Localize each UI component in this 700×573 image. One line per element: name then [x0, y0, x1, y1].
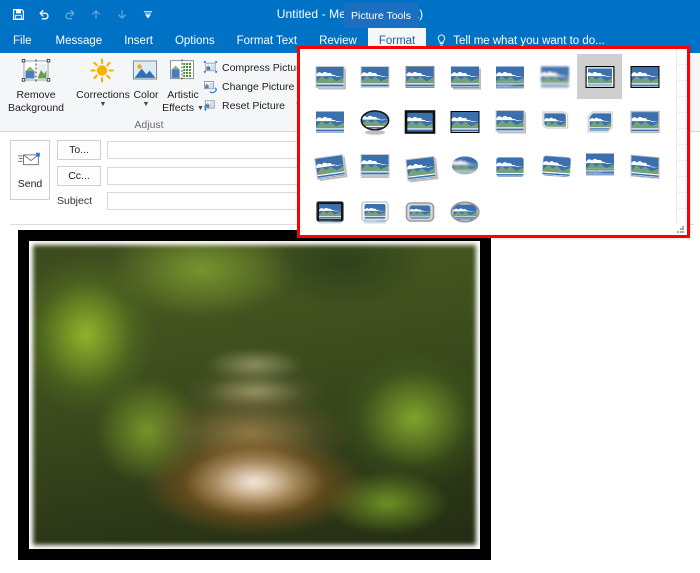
corrections-label: Corrections: [76, 89, 130, 101]
message-body[interactable]: [10, 224, 694, 565]
picture-style-item[interactable]: [352, 189, 397, 234]
corrections-chevron-down-icon[interactable]: ▼: [100, 101, 107, 108]
picture-style-item[interactable]: [442, 144, 487, 189]
picture-style-item[interactable]: [352, 144, 397, 189]
artistic-effects-icon: [167, 58, 199, 88]
tab-file[interactable]: File: [0, 28, 45, 53]
ribbon-group-adjust: Remove Background Corrections ▼ Color ▼ …: [0, 53, 311, 132]
artistic-effects-label-line1: Artistic: [167, 89, 199, 101]
picture-style-item[interactable]: [307, 189, 352, 234]
remove-background-label-line1: Remove: [16, 89, 56, 101]
tab-options[interactable]: Options: [164, 28, 226, 53]
reset-picture-button[interactable]: Reset Picture ▼: [203, 96, 302, 115]
customize-qat-icon[interactable]: [140, 6, 156, 22]
picture-style-item[interactable]: [307, 99, 352, 144]
picture-styles-gallery[interactable]: [298, 47, 689, 237]
undo-icon[interactable]: [36, 6, 52, 22]
reset-picture-icon: [203, 98, 218, 113]
send-button-label: Send: [17, 178, 43, 190]
picture-style-item[interactable]: [442, 99, 487, 144]
picture-style-item[interactable]: [487, 99, 532, 144]
picture-style-item[interactable]: [307, 144, 352, 189]
compress-pictures-icon: [203, 60, 218, 75]
color-label: Color: [133, 89, 159, 101]
subject-label: Subject: [57, 195, 93, 207]
save-icon[interactable]: [10, 6, 26, 22]
resize-grip-icon[interactable]: [677, 226, 684, 233]
artistic-effects-label-line2: Effects: [162, 102, 194, 114]
picture-style-item[interactable]: [397, 54, 442, 99]
picture-style-item[interactable]: [577, 144, 622, 189]
ribbon-group-adjust-label: Adjust: [134, 119, 164, 131]
picture-style-item[interactable]: [397, 189, 442, 234]
picture-style-item[interactable]: [397, 144, 442, 189]
corrections-icon: [87, 58, 119, 88]
contextual-tab-label: Picture Tools: [344, 3, 418, 28]
outlook-message-window: Untitled - Message (HTML) Picture Tools: [0, 0, 700, 573]
picture-style-item[interactable]: [352, 54, 397, 99]
remove-background-button[interactable]: Remove Background: [3, 56, 69, 118]
picture-style-item[interactable]: [352, 99, 397, 144]
picture-style-item[interactable]: [577, 99, 622, 144]
picture-style-item[interactable]: [307, 54, 352, 99]
tab-insert[interactable]: Insert: [113, 28, 164, 53]
picture-style-item[interactable]: [397, 99, 442, 144]
title-bar: Untitled - Message (HTML) Picture Tools: [0, 0, 700, 28]
reset-picture-label: Reset Picture: [222, 99, 286, 112]
tab-format-text[interactable]: Format Text: [226, 28, 309, 53]
picture-style-item[interactable]: [442, 189, 487, 234]
send-button[interactable]: Send: [10, 140, 50, 200]
picture-style-item[interactable]: [487, 54, 532, 99]
picture-style-item[interactable]: [532, 99, 577, 144]
cc-button[interactable]: Cc...: [57, 166, 101, 186]
attached-photo[interactable]: [18, 230, 491, 560]
picture-frame-border: [29, 241, 480, 549]
send-envelope-icon: [17, 150, 43, 175]
picture-style-item[interactable]: [442, 54, 487, 99]
tell-me-label: Tell me what you want to do...: [453, 34, 605, 47]
picture-style-item[interactable]: [532, 144, 577, 189]
picture-style-item[interactable]: [532, 54, 577, 99]
redo-icon: [62, 6, 78, 22]
quick-access-toolbar: [10, 0, 156, 28]
compress-pictures-button[interactable]: Compress Pictures: [203, 58, 311, 77]
picture-style-item[interactable]: [622, 54, 667, 99]
remove-background-label-line2: Background: [7, 102, 65, 114]
picture-style-item[interactable]: [622, 99, 667, 144]
artistic-effects-button[interactable]: Artistic Effects ▼: [157, 56, 209, 118]
tab-message[interactable]: Message: [45, 28, 114, 53]
picture-style-item[interactable]: [622, 144, 667, 189]
remove-background-icon: [20, 58, 52, 88]
change-picture-icon: [203, 79, 218, 94]
lightbulb-icon: [436, 34, 447, 47]
to-button[interactable]: To...: [57, 140, 101, 160]
change-picture-button[interactable]: Change Picture: [203, 77, 294, 96]
picture-style-item[interactable]: [487, 144, 532, 189]
picture-style-item[interactable]: [577, 54, 622, 99]
gallery-scrollbar[interactable]: [676, 49, 687, 224]
move-up-icon: [88, 6, 104, 22]
move-down-icon: [114, 6, 130, 22]
photo-image: [33, 245, 476, 545]
picture-styles-grid: [307, 54, 674, 234]
color-chevron-down-icon[interactable]: ▼: [143, 101, 150, 108]
change-picture-label: Change Picture: [222, 80, 295, 93]
